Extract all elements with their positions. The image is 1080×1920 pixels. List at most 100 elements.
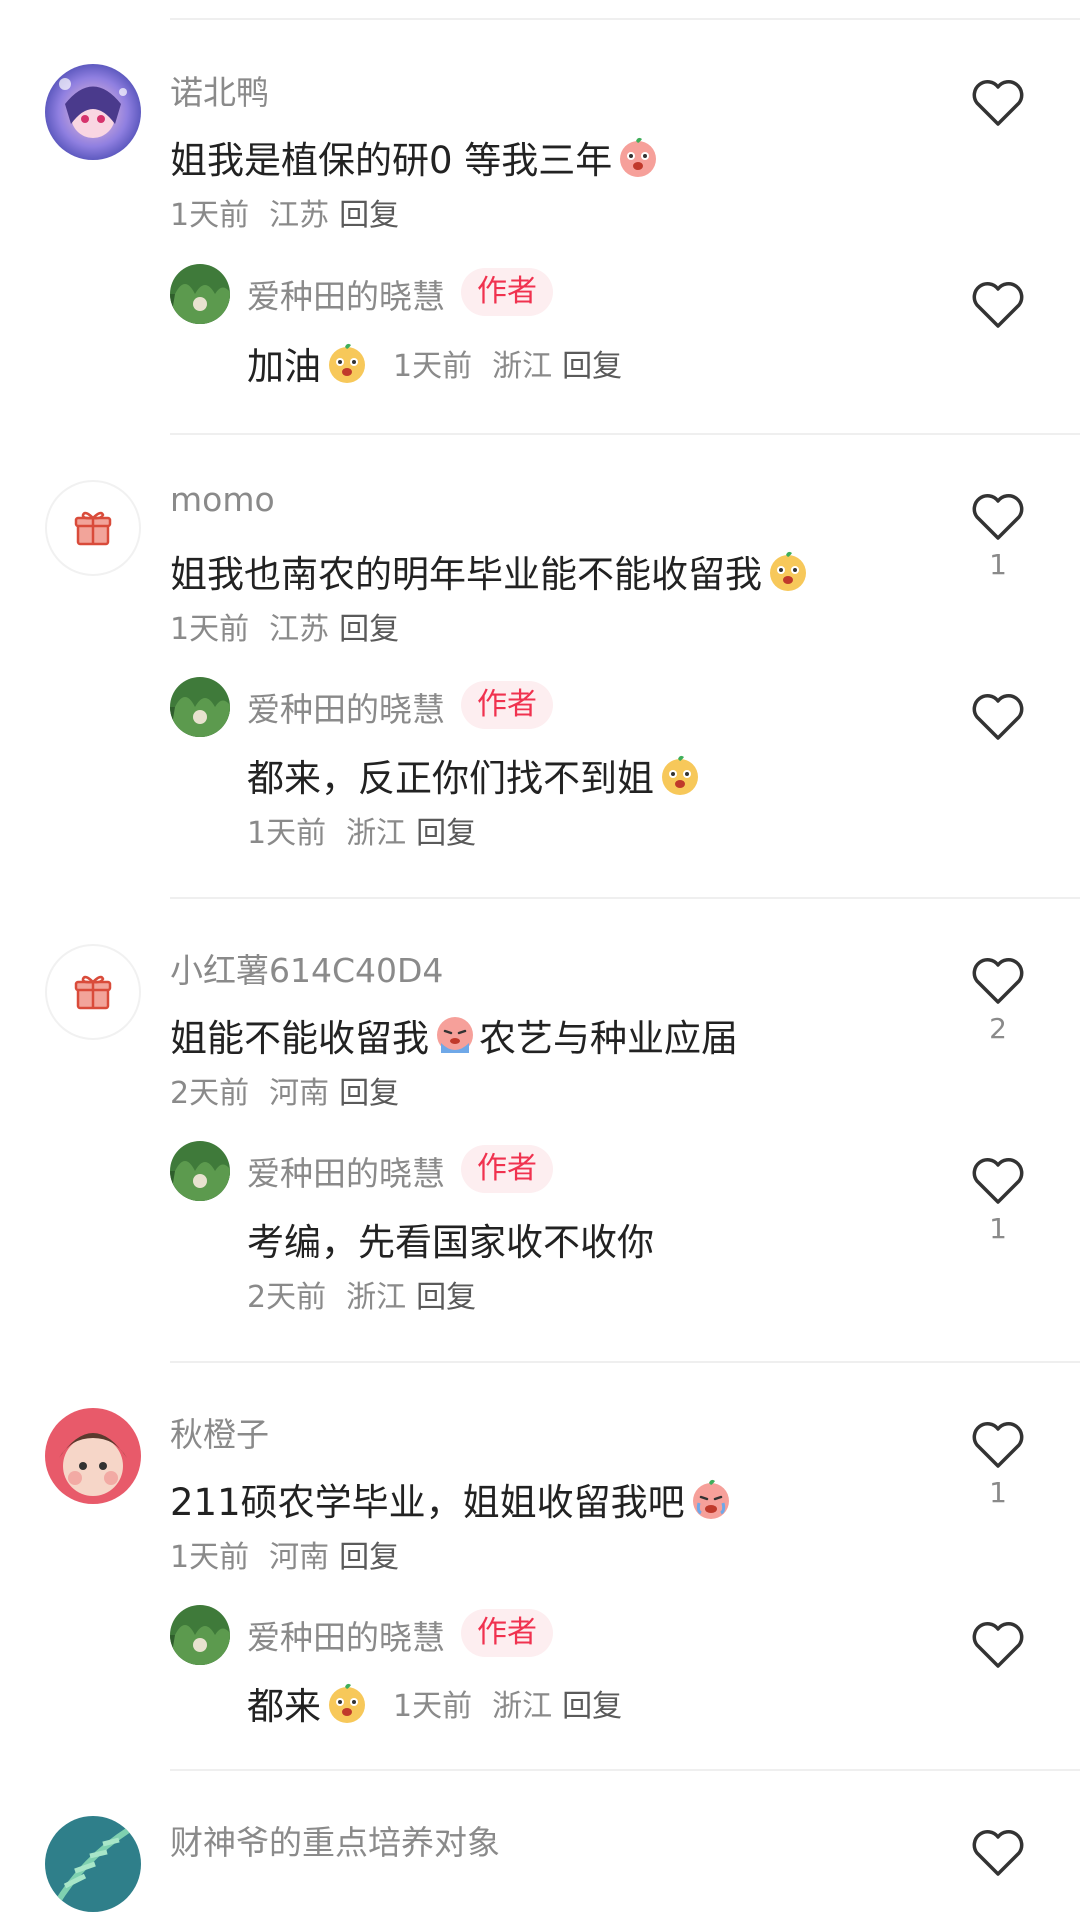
comment-text-body: 姐我是植保的研0 等我三年 [170, 139, 613, 182]
author-badge: 作者 [461, 1145, 553, 1193]
comment-text: 姐能不能收留我 农艺与种业应届 [170, 1008, 738, 1062]
comment-location: 江苏 [269, 612, 330, 647]
heart-outline-icon [972, 282, 1024, 328]
like-count: 1 [989, 1212, 1007, 1245]
gift-icon [74, 511, 112, 546]
heart-outline-icon [972, 1622, 1024, 1668]
like-button[interactable]: 1 [970, 1420, 1026, 1509]
like-button[interactable] [970, 1620, 1026, 1676]
divider [170, 433, 1080, 435]
heart-outline-icon [972, 1158, 1024, 1204]
reply-username[interactable]: 爱种田的晓慧 [247, 683, 445, 731]
reply-text: 都来，反正你们找不到姐 [247, 748, 704, 802]
gift-icon [74, 975, 112, 1010]
like-button[interactable] [970, 280, 1026, 336]
reply-text-body: 都来 [247, 1685, 321, 1728]
comment-meta: 1天前 河南 回复 [170, 1532, 399, 1576]
heart-outline-icon [972, 80, 1024, 126]
reply-button[interactable]: 回复 [339, 612, 399, 647]
comment-username[interactable]: 诺北鸭 [170, 66, 269, 114]
avatar[interactable] [45, 944, 141, 1040]
avatar[interactable] [45, 1816, 141, 1912]
comment-username[interactable]: 财神爷的重点培养对象 [170, 1816, 500, 1864]
comment-text-body: 211硕农学毕业，姐姐收留我吧 [170, 1481, 685, 1524]
reply-text: 考编，先看国家收不收你 [247, 1212, 654, 1266]
like-button[interactable]: 1 [970, 1156, 1026, 1245]
reply-username[interactable]: 爱种田的晓慧 [247, 1611, 445, 1659]
orange-face-emoji-icon [662, 755, 698, 795]
heart-outline-icon [972, 1830, 1024, 1876]
orange-face-emoji-icon [329, 1683, 365, 1723]
reply-button[interactable]: 回复 [416, 816, 476, 851]
reply-button[interactable]: 回复 [339, 1076, 399, 1111]
like-button[interactable] [970, 1828, 1026, 1884]
avatar[interactable] [45, 64, 141, 160]
reply-location: 浙江 [346, 1280, 407, 1315]
comment-time: 2天前 [170, 1076, 250, 1111]
crying-face-emoji-icon [437, 1017, 473, 1053]
divider [170, 18, 1080, 20]
author-badge: 作者 [461, 681, 553, 729]
reply-time: 1天前 [393, 349, 473, 384]
comment-text-body: 姐我也南农的明年毕业能不能收留我 [170, 553, 762, 596]
comment-meta: 1天前 江苏 回复 [170, 190, 399, 234]
reply-text-body: 加油 [247, 345, 321, 388]
reply-time: 1天前 [247, 816, 327, 851]
like-button[interactable]: 2 [970, 956, 1026, 1045]
heart-outline-icon [972, 694, 1024, 740]
comment-meta: 2天前 河南 回复 [170, 1068, 399, 1112]
comment-location: 江苏 [269, 198, 330, 233]
reply-text: 加油 1天前 浙江 回复 [247, 336, 622, 390]
avatar[interactable] [170, 1141, 230, 1201]
reply-meta: 1天前 浙江 回复 [247, 808, 476, 852]
orange-face-emoji-icon [770, 551, 806, 591]
comment-text-after: 农艺与种业应届 [479, 1017, 738, 1060]
heart-outline-icon [972, 958, 1024, 1004]
reply-button[interactable]: 回复 [562, 1681, 622, 1725]
reply-button[interactable]: 回复 [339, 1540, 399, 1575]
comment-text: 211硕农学毕业，姐姐收留我吧 [170, 1472, 735, 1526]
reply-text-body: 考编，先看国家收不收你 [247, 1221, 654, 1264]
comment-location: 河南 [269, 1540, 330, 1575]
reply-location: 浙江 [346, 816, 407, 851]
avatar[interactable] [170, 264, 230, 324]
orange-face-emoji-icon [329, 343, 365, 383]
comment-text: 姐我也南农的明年毕业能不能收留我 [170, 544, 812, 598]
avatar[interactable] [170, 677, 230, 737]
comment-username[interactable]: 秋橙子 [170, 1408, 269, 1456]
avatar[interactable] [45, 480, 141, 576]
heart-outline-icon [972, 494, 1024, 540]
comment-time: 1天前 [170, 612, 250, 647]
reply-username[interactable]: 爱种田的晓慧 [247, 1147, 445, 1195]
like-count: 2 [989, 1012, 1007, 1045]
reply-location: 浙江 [492, 1689, 553, 1724]
reply-meta: 2天前 浙江 回复 [247, 1272, 476, 1316]
comment-username[interactable]: 小红薯614C40D4 [170, 944, 443, 992]
reply-time: 2天前 [247, 1280, 327, 1315]
crying-face-emoji-icon [692, 1479, 729, 1519]
reply-button[interactable]: 回复 [562, 341, 622, 385]
comment-location: 河南 [269, 1076, 330, 1111]
reply-username[interactable]: 爱种田的晓慧 [247, 270, 445, 318]
reply-button[interactable]: 回复 [339, 198, 399, 233]
comment-time: 1天前 [170, 198, 250, 233]
comment-username[interactable]: momo [170, 480, 275, 519]
pink-face-emoji-icon [620, 137, 657, 177]
like-button[interactable] [970, 692, 1026, 748]
like-button[interactable] [970, 78, 1026, 134]
like-button[interactable]: 1 [970, 492, 1026, 581]
comment-meta: 1天前 江苏 回复 [170, 604, 399, 648]
comment-text-before: 姐能不能收留我 [170, 1017, 429, 1060]
heart-outline-icon [972, 1422, 1024, 1468]
author-badge: 作者 [461, 1609, 553, 1657]
reply-text-body: 都来，反正你们找不到姐 [247, 757, 654, 800]
divider [170, 1769, 1080, 1771]
like-count: 1 [989, 548, 1007, 581]
avatar[interactable] [170, 1605, 230, 1665]
reply-text: 都来 1天前 浙江 回复 [247, 1676, 622, 1730]
reply-location: 浙江 [492, 349, 553, 384]
avatar[interactable] [45, 1408, 141, 1504]
reply-button[interactable]: 回复 [416, 1280, 476, 1315]
author-badge: 作者 [461, 268, 553, 316]
comment-text: 姐我是植保的研0 等我三年 [170, 130, 662, 184]
